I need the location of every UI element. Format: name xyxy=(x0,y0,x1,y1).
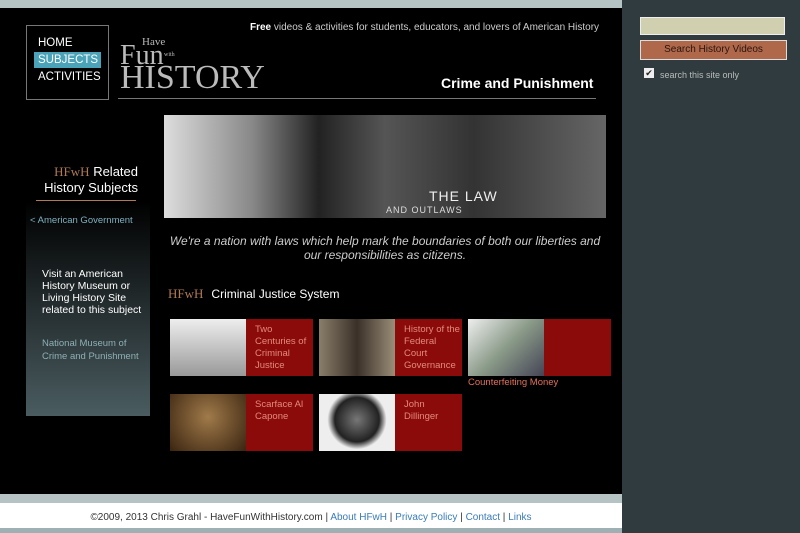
money-image xyxy=(468,319,544,376)
tile-john-dillinger[interactable]: John Dillinger xyxy=(319,394,462,451)
top-band xyxy=(0,0,622,8)
banner-subtitle: AND OUTLAWS xyxy=(386,205,463,215)
tile-label: John Dillinger xyxy=(404,399,439,422)
copyright: ©2009, 2013 Chris Grahl - HaveFunWithHis… xyxy=(90,512,331,523)
related-link-american-government[interactable]: < American Government xyxy=(30,215,133,226)
footer: ©2009, 2013 Chris Grahl - HaveFunWithHis… xyxy=(0,503,622,528)
tile-label: Scarface Al Capone xyxy=(255,399,304,422)
related-sidebar: HFwH Related History Subjects < American… xyxy=(26,110,150,416)
separator: | xyxy=(457,512,466,523)
banner-title: THE LAW xyxy=(429,188,498,204)
museum-intro: Visit an American History Museum or Livi… xyxy=(42,268,142,316)
dillinger-image xyxy=(319,394,395,451)
museum-link[interactable]: National Museum of Crime and Punishment xyxy=(42,338,142,363)
tagline: Free videos & activities for students, e… xyxy=(250,22,599,33)
hfh-badge: HFwH xyxy=(168,286,204,301)
section-heading: HFwH Criminal Justice System xyxy=(168,286,339,302)
search-input[interactable] xyxy=(640,17,785,35)
search-panel: Search History Videos ✔ search this site… xyxy=(622,0,800,533)
tile-label: History of the Federal Court Governance xyxy=(404,324,460,371)
tile-label: Two Centuries of Criminal Justice xyxy=(255,324,307,371)
judges-image xyxy=(319,319,395,376)
page-title: Crime and Punishment xyxy=(441,75,594,91)
separator: | xyxy=(500,512,509,523)
related-heading: Related xyxy=(93,164,138,179)
footer-link-about[interactable]: About HFwH xyxy=(330,512,387,523)
search-site-only-checkbox[interactable]: ✔ xyxy=(644,68,654,78)
nav-subjects[interactable]: SUBJECTS xyxy=(34,52,101,68)
bottom-band xyxy=(0,528,622,533)
courthouse-image xyxy=(170,319,246,376)
section-title: Criminal Justice System xyxy=(211,287,340,301)
tagline-bold: Free xyxy=(250,22,272,33)
tile-federal-court[interactable]: History of the Federal Court Governance xyxy=(319,319,462,376)
hfh-badge: HFwH xyxy=(54,164,90,179)
main-nav: HOME SUBJECTS ACTIVITIES xyxy=(26,25,109,100)
tile-al-capone[interactable]: Scarface Al Capone xyxy=(170,394,313,451)
capone-image xyxy=(170,394,246,451)
nav-activities[interactable]: ACTIVITIES xyxy=(34,69,101,85)
nav-home[interactable]: HOME xyxy=(34,35,101,51)
sidebar-divider xyxy=(36,200,136,201)
footer-link-privacy[interactable]: Privacy Policy xyxy=(395,512,457,523)
banner-image: THE LAW AND OUTLAWS xyxy=(164,115,606,218)
footer-link-contact[interactable]: Contact xyxy=(466,512,500,523)
related-heading-2: History Subjects xyxy=(44,180,138,195)
tagline-text: videos & activities for students, educat… xyxy=(271,22,600,33)
intro-quote: We're a nation with laws which help mark… xyxy=(169,234,601,262)
search-button[interactable]: Search History Videos xyxy=(640,40,787,60)
search-site-only-label: search this site only xyxy=(660,70,740,80)
tile-label: Counterfeiting Money xyxy=(468,377,559,388)
separator: | xyxy=(387,512,396,523)
tile-counterfeiting[interactable]: Counterfeiting Money xyxy=(468,319,611,388)
footer-link-links[interactable]: Links xyxy=(508,512,531,523)
header-divider xyxy=(118,98,596,99)
logo-history: HISTORY xyxy=(120,59,265,96)
logo-with: with xyxy=(164,52,175,58)
tile-two-centuries[interactable]: Two Centuries of Criminal Justice xyxy=(170,319,313,376)
footer-band xyxy=(0,494,622,503)
